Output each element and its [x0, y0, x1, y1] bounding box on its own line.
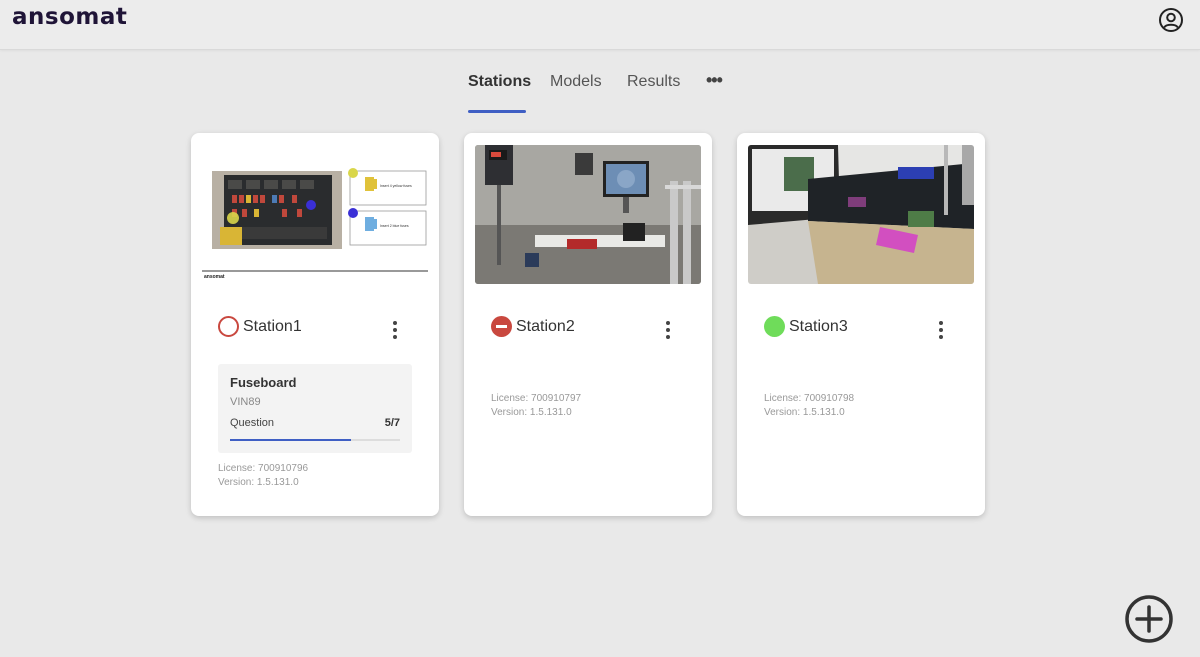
tab-stations[interactable]: Stations [468, 73, 531, 91]
version-info: Version: 1.5.131.0 [764, 407, 845, 418]
job-vin: VIN89 [230, 396, 261, 408]
version-value: 1.5.131.0 [256, 477, 299, 488]
job-progress-fill [230, 439, 352, 441]
license-value: 700910796 [258, 463, 309, 474]
license-info: License: 700910798 [764, 393, 854, 404]
license-value: 700910797 [531, 393, 582, 404]
status-online-icon [764, 316, 785, 337]
active-tab-indicator [468, 110, 526, 113]
more-options-icon[interactable] [935, 321, 947, 343]
version-label: Version: [764, 407, 801, 418]
top-bar: ansomat [0, 0, 1200, 50]
main-tabs: Stations Models Results ••• [0, 70, 1200, 120]
station-card-3[interactable]: Station3 License: 700910798 Version: 1.5… [737, 133, 985, 516]
version-info: Version: 1.5.131.0 [218, 477, 299, 488]
app-logo[interactable]: ansomat [12, 4, 127, 30]
status-offline-icon [218, 316, 239, 337]
tab-models[interactable]: Models [550, 73, 602, 91]
thumb-step-1: Insert 4 yellow fuses [380, 184, 412, 188]
job-title: Fuseboard [230, 375, 297, 390]
license-info: License: 700910796 [218, 463, 308, 474]
station-card-1[interactable]: Insert 4 yellow fuses Insert 2 blue fuse… [191, 133, 439, 516]
tab-results[interactable]: Results [627, 73, 680, 91]
more-options-icon[interactable] [662, 321, 674, 343]
thumb-step-2: Insert 2 blue fuses [380, 224, 409, 228]
more-options-icon[interactable] [389, 321, 401, 343]
license-label: License: [218, 463, 256, 474]
station-card-2[interactable]: Station2 License: 700910797 Version: 1.5… [464, 133, 712, 516]
current-job-panel[interactable]: Fuseboard VIN89 Question 5/7 [218, 364, 412, 453]
license-value: 700910798 [804, 393, 855, 404]
station-2-thumbnail [475, 145, 701, 284]
station-1-thumbnail: Insert 4 yellow fuses Insert 2 blue fuse… [202, 145, 428, 284]
version-value: 1.5.131.0 [802, 407, 845, 418]
station-name: Station2 [516, 318, 575, 335]
license-label: License: [491, 393, 529, 404]
status-busy-icon [491, 316, 512, 337]
version-value: 1.5.131.0 [529, 407, 572, 418]
question-count: 5/7 [384, 417, 400, 429]
station-name: Station1 [243, 318, 302, 335]
license-label: License: [764, 393, 802, 404]
add-station-button[interactable] [1124, 594, 1174, 644]
license-info: License: 700910797 [491, 393, 581, 404]
version-label: Version: [218, 477, 255, 488]
more-tabs-icon[interactable]: ••• [706, 70, 723, 91]
question-label: Question [230, 417, 275, 429]
station-3-thumbnail [748, 145, 974, 284]
station-name: Station3 [789, 318, 848, 335]
user-account-icon[interactable] [1158, 7, 1184, 33]
version-info: Version: 1.5.131.0 [491, 407, 572, 418]
job-progress-bar [230, 439, 400, 441]
version-label: Version: [491, 407, 528, 418]
thumb-footer-logo: ansomat [204, 274, 225, 280]
